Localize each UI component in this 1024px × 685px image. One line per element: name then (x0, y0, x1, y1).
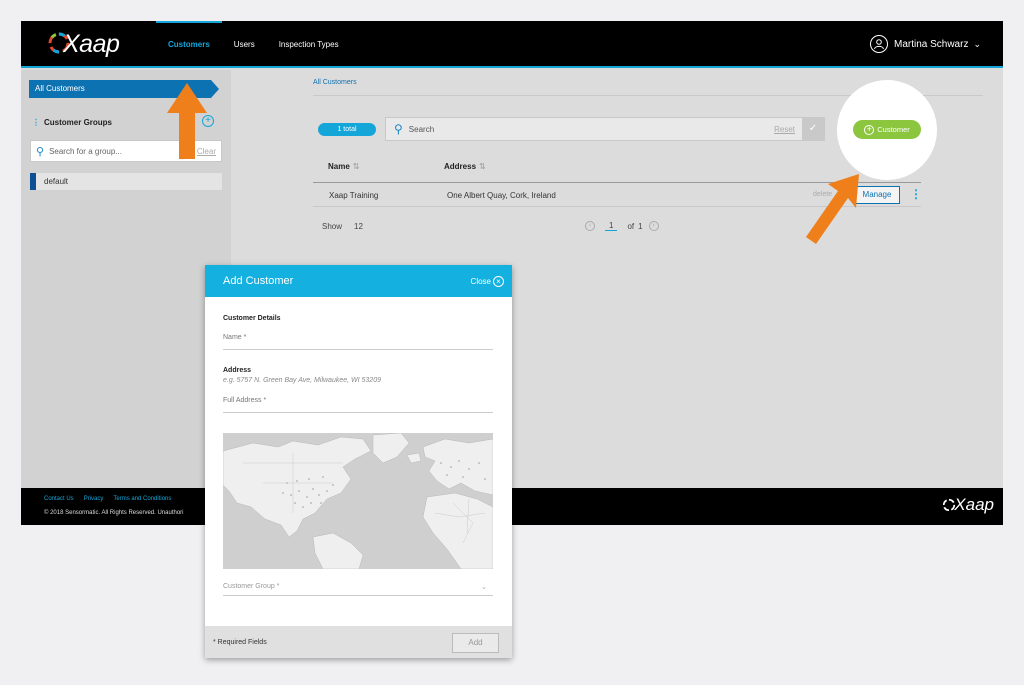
footer-link-terms[interactable]: Terms and Conditions (113, 496, 171, 502)
customer-groups-title: Customer Groups (44, 118, 113, 127)
search-reset-link[interactable]: Reset (774, 125, 795, 134)
required-fields-note: * Required Fields (213, 639, 267, 646)
footer: Contact Us Privacy Terms and Conditions … (21, 488, 1003, 525)
breadcrumb[interactable]: All Customers (313, 79, 357, 86)
address-hint: e.g. 5757 N. Green Bay Ave, Milwaukee, W… (223, 377, 381, 384)
full-address-label: Full Address * (223, 397, 267, 404)
sort-icon: ⇅ (352, 162, 360, 171)
nav-inspection-types[interactable]: Inspection Types (267, 21, 351, 68)
footer-links: Contact Us Privacy Terms and Conditions (44, 496, 171, 502)
app-window: Xaap Customers Users Inspection Types Ma… (21, 21, 1003, 525)
footer-link-privacy[interactable]: Privacy (84, 496, 104, 502)
customer-group-label: Customer Group * (223, 583, 280, 590)
pagination: ‹ 1 of 1 › (585, 221, 659, 231)
main-nav: Customers Users Inspection Types (156, 21, 351, 68)
close-label: Close (470, 276, 491, 286)
more-options-icon[interactable]: ⋮ (910, 188, 922, 200)
close-icon: × (493, 275, 504, 287)
search-icon: ⚲ (36, 145, 45, 158)
group-tree-icon: ⋮ (32, 118, 40, 127)
close-button[interactable]: Close × (470, 275, 504, 287)
dialog-header: Add Customer Close × (205, 265, 512, 297)
customer-search-input[interactable]: Search (409, 125, 774, 134)
next-page-icon[interactable]: › (648, 221, 659, 231)
sort-icon: ⇅ (479, 162, 486, 171)
plus-circle-icon: + (864, 124, 875, 135)
column-address-label: Address (444, 162, 477, 171)
column-header-name[interactable]: Name ⇅ (328, 162, 360, 171)
customer-group-select[interactable]: Customer Group * ⌄ (223, 583, 493, 596)
add-customer-label: Customer (877, 125, 910, 134)
name-field-label: Name * (223, 334, 247, 341)
xaap-logo[interactable]: Xaap (47, 29, 120, 59)
column-header-address[interactable]: Address ⇅ (444, 162, 486, 171)
name-field[interactable]: Name * (223, 334, 493, 350)
search-icon: ⚲ (394, 122, 403, 136)
customer-groups-heading: ⋮ Customer Groups (32, 118, 112, 127)
customer-address-cell: One Albert Quay, Cork, Ireland (447, 191, 556, 200)
chevron-down-icon: ⌄ (481, 584, 487, 591)
address-heading: Address (223, 367, 252, 374)
page-size-value[interactable]: 12 (354, 222, 363, 231)
logo-text: Xaap (63, 29, 120, 58)
footer-copyright: © 2018 Sensormatic. All Rights Reserved.… (44, 510, 184, 516)
world-map (223, 433, 493, 569)
full-address-field[interactable]: Full Address * (223, 397, 493, 413)
user-avatar-icon (869, 35, 888, 53)
show-label: Show (322, 222, 343, 231)
customer-name-cell: Xaap Training (329, 191, 379, 200)
top-navigation-bar: Xaap Customers Users Inspection Types Ma… (21, 21, 1003, 68)
arrow-up-icon (167, 83, 207, 159)
chevron-down-icon: ⌄ (973, 38, 981, 49)
add-customer-button[interactable]: + Customer (853, 120, 921, 139)
footer-link-contact[interactable]: Contact Us (44, 496, 74, 502)
customer-search-field[interactable]: ⚲ Search Reset ✓ (385, 117, 825, 141)
add-button[interactable]: Add (452, 633, 499, 653)
nav-customers[interactable]: Customers (156, 21, 222, 68)
location-map[interactable] (223, 433, 493, 569)
sidebar-item-group-default[interactable]: default (30, 173, 222, 190)
customer-details-heading: Customer Details (223, 315, 281, 322)
page-size-selector[interactable]: Show 12 (322, 222, 363, 231)
dialog-title: Add Customer (223, 275, 294, 287)
dialog-footer: * Required Fields Add (205, 626, 512, 658)
total-count-badge: 1 total (318, 123, 376, 136)
page-of-label: of (627, 221, 635, 231)
footer-logo: Xaap (942, 495, 994, 515)
page-total: 1 (638, 221, 643, 231)
column-name-label: Name (328, 162, 350, 171)
footer-logo-text: Xaap (954, 495, 994, 514)
arrow-up-right-icon (806, 174, 859, 244)
add-customer-dialog: Add Customer Close × Customer Details Na… (205, 265, 512, 658)
current-page-input[interactable]: 1 (605, 221, 618, 231)
previous-page-icon[interactable]: ‹ (585, 221, 595, 231)
user-name: Martina Schwarz (893, 38, 969, 50)
nav-users[interactable]: Users (222, 21, 267, 68)
search-submit-button[interactable]: ✓ (802, 118, 824, 140)
user-menu[interactable]: Martina Schwarz ⌄ (869, 35, 981, 53)
